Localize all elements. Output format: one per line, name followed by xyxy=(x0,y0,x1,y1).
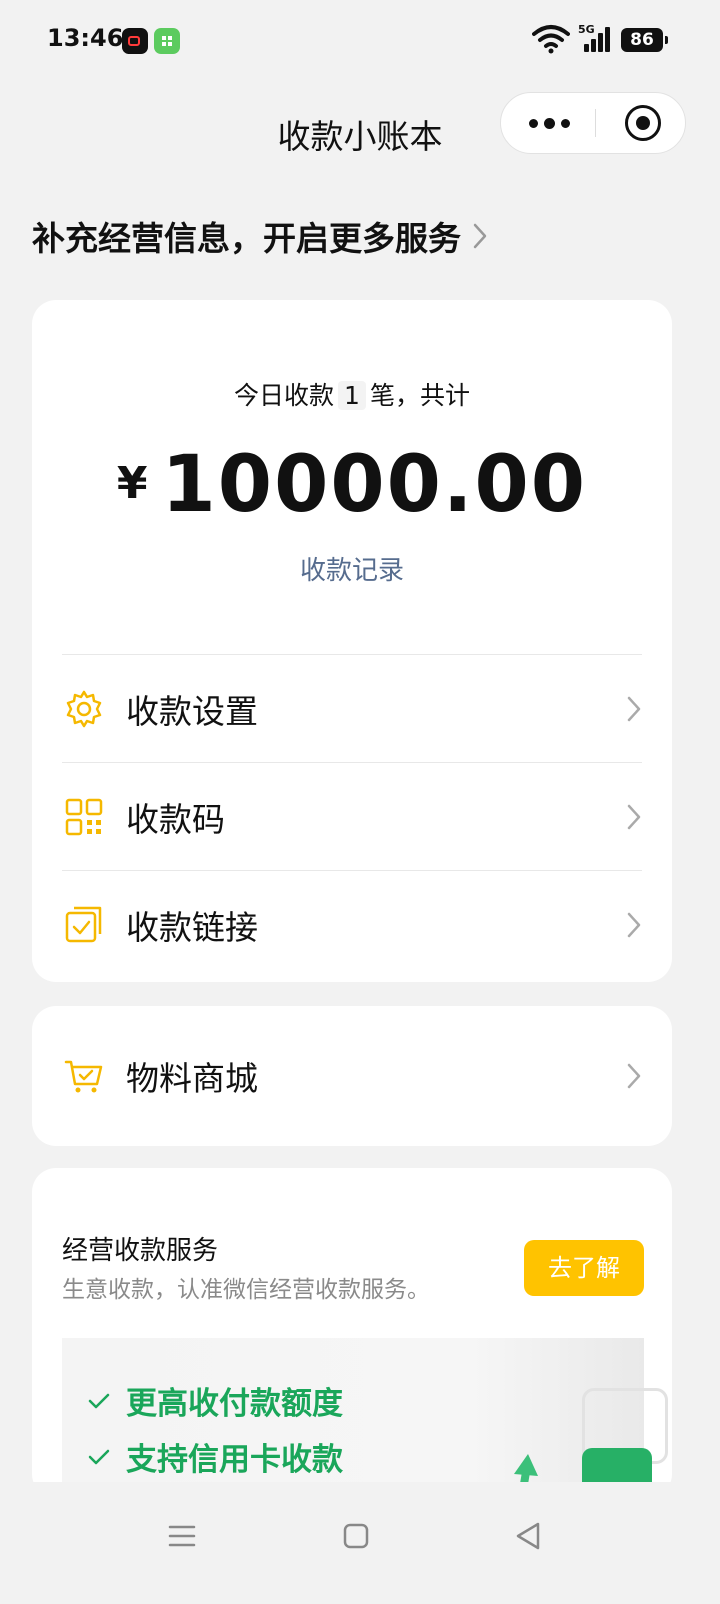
more-dots-icon[interactable] xyxy=(521,93,595,153)
chevron-right-icon xyxy=(627,696,641,722)
shopping-cart-icon xyxy=(64,1060,103,1093)
menu-item-payment-settings[interactable]: 收款设置 xyxy=(62,654,642,763)
mini-program-capsule xyxy=(500,92,686,154)
materials-shop-card: 物料商城 xyxy=(32,1006,672,1146)
promo-feature: 支持信用卡收款 xyxy=(88,1434,343,1479)
payment-summary-card: 今日收款 1 笔，共计 ¥10000.00 收款记录 收款设置 收款码 收款链接 xyxy=(32,300,672,982)
signal-icon xyxy=(580,26,614,52)
currency-symbol: ¥ xyxy=(116,458,148,509)
service-promo-banner[interactable]: 更高收付款额度 支持信用卡收款 xyxy=(62,1338,668,1498)
chevron-right-icon xyxy=(627,1063,641,1089)
mini-program-close-icon[interactable] xyxy=(625,105,661,141)
menu-item-materials-shop[interactable]: 物料商城 xyxy=(62,1022,642,1130)
menu-item-label: 收款设置 xyxy=(126,692,258,731)
menu-item-payment-code[interactable]: 收款码 xyxy=(62,762,642,871)
business-payment-service-card: 经营收款服务 生意收款，认准微信经营收款服务。 去了解 更高收付款额度 支持信用… xyxy=(32,1168,672,1498)
screen-record-icon xyxy=(122,28,148,54)
service-title: 经营收款服务 xyxy=(62,1236,219,1266)
status-time: 13:46 xyxy=(47,24,124,52)
promo-feature: 更高收付款额度 xyxy=(88,1378,343,1423)
back-icon[interactable] xyxy=(508,1516,548,1556)
chevron-right-icon xyxy=(473,223,487,249)
payment-link-icon xyxy=(65,906,102,943)
status-bar: 13:46 5G 86 xyxy=(0,0,720,80)
chevron-right-icon xyxy=(627,804,641,830)
battery-icon: 86 xyxy=(621,28,668,52)
payment-count: 1 xyxy=(338,381,366,410)
learn-more-button[interactable]: 去了解 xyxy=(524,1240,644,1296)
qr-code-icon xyxy=(65,798,103,836)
amount-value: 10000.00 xyxy=(161,440,588,530)
menu-icon[interactable] xyxy=(162,1516,202,1556)
menu-item-label: 收款码 xyxy=(126,800,225,839)
app-notification-icon xyxy=(154,28,180,54)
system-navigation-bar xyxy=(0,1482,720,1604)
menu-item-label: 收款链接 xyxy=(126,908,258,947)
banner-text: 补充经营信息，开启更多服务 xyxy=(32,219,461,258)
capsule-divider xyxy=(595,109,596,137)
gear-icon xyxy=(66,690,102,728)
check-icon xyxy=(88,1393,110,1408)
menu-item-label: 物料商城 xyxy=(126,1059,258,1098)
total-amount: ¥10000.00 xyxy=(32,440,672,530)
service-subtitle: 生意收款，认准微信经营收款服务。 xyxy=(62,1277,430,1303)
check-icon xyxy=(88,1449,110,1464)
today-summary: 今日收款 1 笔，共计 xyxy=(234,381,470,410)
home-icon[interactable] xyxy=(336,1516,376,1556)
business-info-banner[interactable]: 补充经营信息，开启更多服务 xyxy=(32,212,489,260)
wifi-icon xyxy=(532,25,570,54)
chevron-right-icon xyxy=(627,912,641,938)
menu-item-payment-link[interactable]: 收款链接 xyxy=(62,870,642,979)
payment-records-link[interactable]: 收款记录 xyxy=(32,550,672,587)
